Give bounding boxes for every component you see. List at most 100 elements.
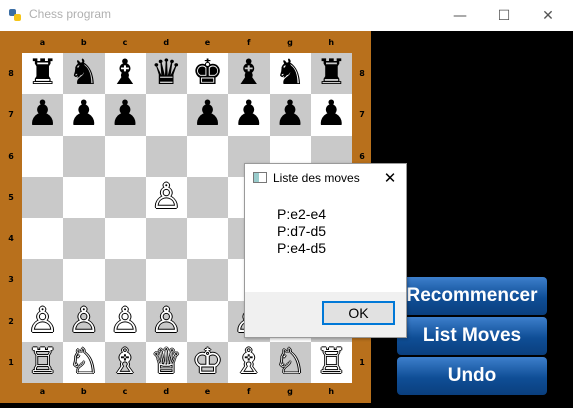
black-king-icon[interactable]: ♚ (192, 56, 223, 91)
black-rook-icon[interactable]: ♜ (27, 56, 58, 91)
square-a4[interactable] (22, 218, 64, 260)
white-pawn-icon[interactable]: ♙ (151, 303, 182, 339)
square-d6[interactable] (145, 135, 187, 177)
rank-label: 7 (359, 110, 365, 120)
white-bishop-icon[interactable]: ♗ (233, 344, 264, 380)
black-pawn-icon[interactable]: ♟ (274, 97, 305, 132)
square-a7[interactable]: ♟ (22, 94, 64, 136)
white-pawn-icon[interactable]: ♙ (109, 303, 140, 339)
black-pawn-icon[interactable]: ♟ (68, 97, 99, 132)
file-label: f (247, 38, 251, 47)
black-pawn-icon[interactable]: ♟ (192, 97, 223, 132)
square-f7[interactable]: ♟ (228, 94, 270, 136)
square-d1[interactable]: ♕ (145, 341, 187, 383)
square-c5[interactable] (104, 176, 146, 218)
black-pawn-icon[interactable]: ♟ (109, 97, 140, 132)
square-h1[interactable]: ♖ (310, 341, 352, 383)
file-label: g (287, 387, 293, 396)
square-d8[interactable]: ♛ (145, 53, 187, 95)
square-d5[interactable]: ♙ (145, 176, 187, 218)
black-bishop-icon[interactable]: ♝ (109, 56, 140, 91)
square-g8[interactable]: ♞ (269, 53, 311, 95)
white-pawn-icon[interactable]: ♙ (68, 303, 99, 339)
black-rook-icon[interactable]: ♜ (316, 56, 347, 91)
file-label: h (328, 387, 335, 396)
dialog-titlebar[interactable]: Liste des moves ✕ (245, 164, 406, 192)
square-d2[interactable]: ♙ (145, 300, 187, 342)
file-label: d (163, 387, 170, 396)
white-knight-icon[interactable]: ♘ (68, 344, 99, 380)
black-bishop-icon[interactable]: ♝ (233, 56, 264, 91)
square-a1[interactable]: ♖ (22, 341, 64, 383)
square-c8[interactable]: ♝ (104, 53, 146, 95)
square-a8[interactable]: ♜ (22, 53, 64, 95)
square-c1[interactable]: ♗ (104, 341, 146, 383)
white-knight-icon[interactable]: ♘ (274, 344, 305, 380)
white-rook-icon[interactable]: ♖ (316, 344, 347, 380)
square-d7[interactable] (145, 94, 187, 136)
square-e2[interactable] (187, 300, 229, 342)
file-label: g (287, 38, 293, 47)
undo-button[interactable]: Undo (397, 357, 547, 395)
list-moves-button[interactable]: List Moves (397, 317, 547, 355)
rank-label: 1 (359, 357, 365, 367)
black-pawn-icon[interactable]: ♟ (27, 97, 58, 132)
square-c3[interactable] (104, 259, 146, 301)
rank-label: 2 (8, 316, 14, 326)
square-b2[interactable]: ♙ (63, 300, 105, 342)
black-pawn-icon[interactable]: ♟ (316, 97, 347, 132)
square-b3[interactable] (63, 259, 105, 301)
square-e7[interactable]: ♟ (187, 94, 229, 136)
square-d3[interactable] (145, 259, 187, 301)
black-queen-icon[interactable]: ♛ (151, 56, 182, 91)
square-b5[interactable] (63, 176, 105, 218)
dialog-close-icon[interactable]: ✕ (379, 167, 401, 189)
square-b7[interactable]: ♟ (63, 94, 105, 136)
black-knight-icon[interactable]: ♞ (274, 56, 305, 91)
square-b8[interactable]: ♞ (63, 53, 105, 95)
square-c7[interactable]: ♟ (104, 94, 146, 136)
white-rook-icon[interactable]: ♖ (27, 344, 58, 380)
white-bishop-icon[interactable]: ♗ (109, 344, 140, 380)
white-queen-icon[interactable]: ♕ (151, 344, 182, 380)
square-e3[interactable] (187, 259, 229, 301)
square-c6[interactable] (104, 135, 146, 177)
square-b6[interactable] (63, 135, 105, 177)
square-a6[interactable] (22, 135, 64, 177)
square-f8[interactable]: ♝ (228, 53, 270, 95)
square-f1[interactable]: ♗ (228, 341, 270, 383)
maximize-button[interactable]: ☐ (482, 0, 526, 31)
square-a2[interactable]: ♙ (22, 300, 64, 342)
dialog-window-icon (253, 172, 267, 183)
file-label: f (247, 387, 251, 396)
square-h8[interactable]: ♜ (310, 53, 352, 95)
square-e4[interactable] (187, 218, 229, 260)
close-button[interactable]: ✕ (526, 0, 570, 31)
move-list: P:e2-e4 P:d7-d5 P:e4-d5 (277, 206, 326, 257)
square-g1[interactable]: ♘ (269, 341, 311, 383)
minimize-button[interactable]: — (438, 0, 482, 31)
white-pawn-icon[interactable]: ♙ (151, 179, 182, 215)
square-g7[interactable]: ♟ (269, 94, 311, 136)
file-label: d (163, 38, 170, 47)
square-b4[interactable] (63, 218, 105, 260)
rank-label: 6 (8, 151, 14, 161)
white-king-icon[interactable]: ♔ (192, 344, 223, 380)
white-pawn-icon[interactable]: ♙ (27, 303, 58, 339)
square-a3[interactable] (22, 259, 64, 301)
square-h7[interactable]: ♟ (310, 94, 352, 136)
black-pawn-icon[interactable]: ♟ (233, 97, 264, 132)
file-label: h (328, 38, 335, 47)
black-knight-icon[interactable]: ♞ (68, 56, 99, 91)
square-a5[interactable] (22, 176, 64, 218)
square-c2[interactable]: ♙ (104, 300, 146, 342)
square-e6[interactable] (187, 135, 229, 177)
square-b1[interactable]: ♘ (63, 341, 105, 383)
square-d4[interactable] (145, 218, 187, 260)
ok-button[interactable]: OK (322, 301, 395, 325)
square-e1[interactable]: ♔ (187, 341, 229, 383)
restart-button[interactable]: Recommencer (397, 277, 547, 315)
square-c4[interactable] (104, 218, 146, 260)
square-e5[interactable] (187, 176, 229, 218)
square-e8[interactable]: ♚ (187, 53, 229, 95)
